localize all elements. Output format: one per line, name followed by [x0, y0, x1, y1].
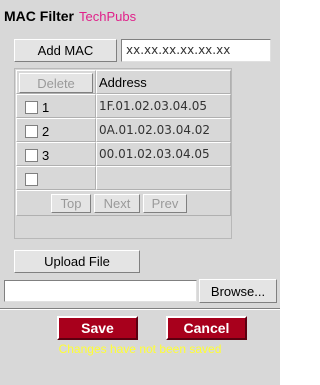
mac-table: Delete Address 1 1F.01.02.03.04.05 2 0A.… — [14, 68, 232, 239]
table-row-select-cell: 3 — [16, 142, 96, 166]
file-path-input[interactable] — [4, 280, 197, 302]
page-subtitle: TechPubs — [79, 8, 137, 24]
table-row-address-cell: 00.01.02.03.04.05 — [96, 142, 231, 166]
browse-label: Browse... — [210, 283, 266, 299]
row-address: 1F.01.02.03.04.05 — [99, 99, 208, 113]
row-number: 2 — [42, 124, 50, 139]
save-label: Save — [81, 320, 114, 336]
upload-file-label: Upload File — [44, 254, 110, 269]
delete-label: Delete — [37, 75, 75, 91]
next-page-button[interactable]: Next — [94, 194, 140, 213]
table-row-select-cell: 1 — [16, 94, 96, 118]
prev-label: Prev — [151, 196, 179, 211]
table-row-select-cell — [16, 166, 96, 190]
table-row-address-cell — [96, 166, 231, 190]
row-address: 00.01.02.03.04.05 — [99, 147, 210, 161]
table-row-select-cell: 2 — [16, 118, 96, 142]
row-address: 0A.01.02.03.04.02 — [99, 123, 211, 137]
upload-file-button[interactable]: Upload File — [14, 250, 140, 273]
delete-button[interactable]: Delete — [19, 73, 93, 93]
address-header-cell: Address — [96, 70, 231, 94]
section-divider — [0, 308, 280, 310]
row-checkbox-1[interactable] — [25, 101, 38, 114]
next-label: Next — [103, 196, 131, 211]
row-number: 1 — [42, 100, 50, 115]
add-mac-label: Add MAC — [37, 43, 94, 58]
row-checkbox-2[interactable] — [25, 125, 38, 138]
address-header: Address — [99, 75, 147, 90]
top-page-button[interactable]: Top — [51, 194, 91, 213]
browse-button[interactable]: Browse... — [199, 279, 277, 303]
save-button[interactable]: Save — [57, 316, 138, 340]
add-mac-button[interactable]: Add MAC — [14, 39, 117, 62]
table-nav-row: Top Next Prev — [16, 190, 231, 216]
row-checkbox-3[interactable] — [25, 149, 38, 162]
mac-address-value: xx.xx.xx.xx.xx.xx — [126, 43, 231, 57]
row-checkbox-4[interactable] — [25, 173, 38, 186]
page-title: MAC Filter — [4, 8, 74, 24]
mac-address-input[interactable]: xx.xx.xx.xx.xx.xx — [121, 39, 271, 62]
table-row-address-cell: 0A.01.02.03.04.02 — [96, 118, 231, 142]
unsaved-changes-notice: Changes have not been saved — [58, 342, 222, 356]
delete-header-cell: Delete — [16, 70, 96, 94]
table-row-address-cell: 1F.01.02.03.04.05 — [96, 94, 231, 118]
row-number: 3 — [42, 148, 50, 163]
prev-page-button[interactable]: Prev — [143, 194, 187, 213]
page-title-bar: MAC Filter TechPubs — [4, 6, 136, 26]
top-label: Top — [60, 196, 82, 211]
cancel-label: Cancel — [183, 320, 230, 336]
cancel-button[interactable]: Cancel — [166, 316, 247, 340]
